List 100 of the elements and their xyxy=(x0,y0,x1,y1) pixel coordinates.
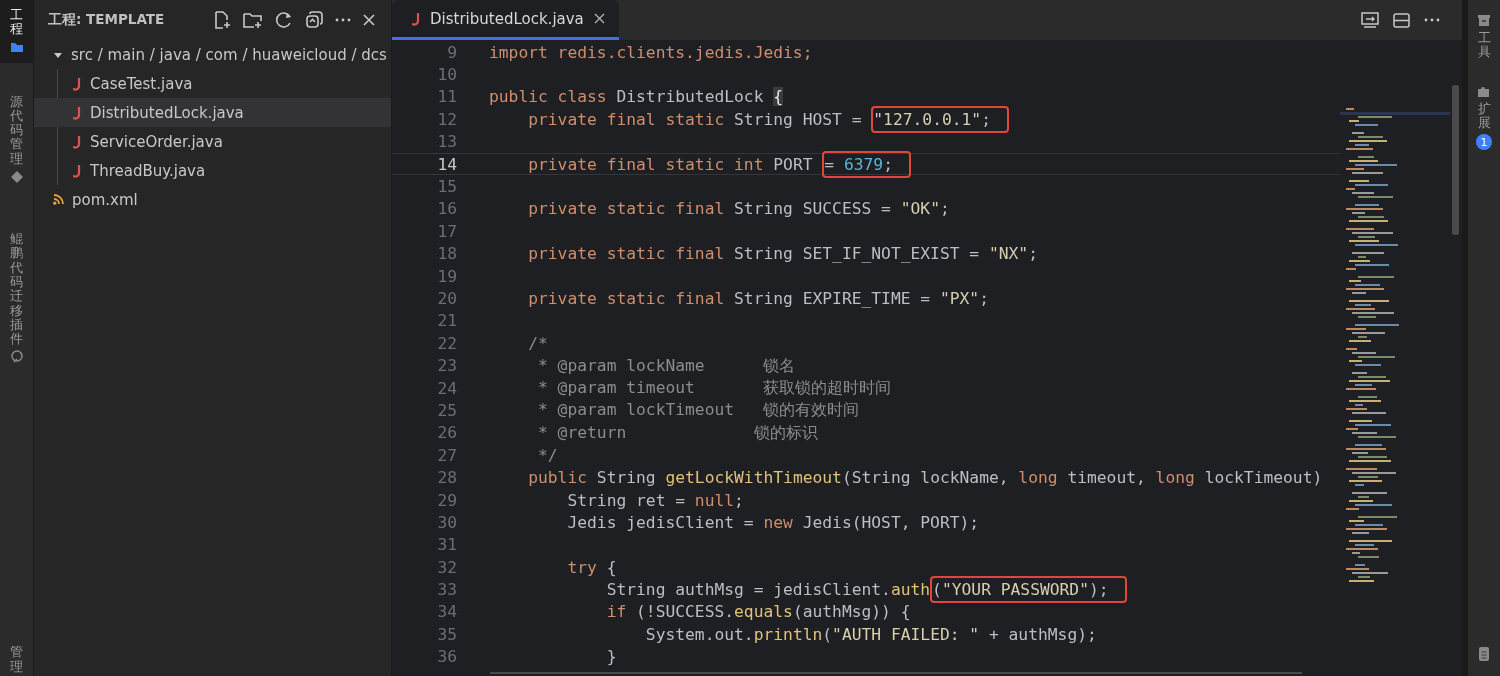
panel-title: 工程: TEMPLATE xyxy=(48,11,166,29)
folder-icon[interactable] xyxy=(9,40,24,53)
code-token: lockTimeout) xyxy=(1203,468,1323,488)
code-token: System.out. xyxy=(644,624,754,644)
code-token: String SET_IF_NOT_EXIST = xyxy=(733,244,981,264)
code-token: * @return 锁的标识 xyxy=(537,422,818,442)
close-icon[interactable] xyxy=(593,13,605,24)
code-token: (String lockName, xyxy=(841,468,1010,488)
code-token: String ret = xyxy=(566,490,687,510)
code-token: private static final xyxy=(527,289,725,308)
code-token: String xyxy=(595,468,657,488)
code-token: null xyxy=(694,490,735,510)
count-badge: 1 xyxy=(1476,134,1492,151)
refresh-icon[interactable] xyxy=(275,11,293,29)
code-token: long xyxy=(1155,468,1195,488)
line-number: 15 xyxy=(436,177,457,197)
code-token: ( xyxy=(822,624,833,644)
code-token: ; xyxy=(981,109,991,129)
code-token: public class xyxy=(489,87,607,107)
code-token: println xyxy=(753,624,823,644)
code-token: "OK" xyxy=(900,199,940,219)
new-file-icon[interactable] xyxy=(213,11,231,29)
code-token: "YOUR PASSWORD" xyxy=(941,580,1089,600)
line-number: 30 xyxy=(436,512,457,532)
clipboard-icon[interactable] xyxy=(1478,646,1490,662)
line-number: 13 xyxy=(436,132,457,152)
activity-tab[interactable]: 鲲鹏代码迁移插件 xyxy=(0,224,33,375)
side-panel-tab[interactable]: 工具 xyxy=(1477,14,1491,60)
code-token: new xyxy=(763,512,793,532)
code-token: if xyxy=(605,602,627,622)
split-editor-icon[interactable] xyxy=(1393,12,1410,28)
code-token: Jedis jedisClient = xyxy=(566,512,755,532)
editor-tab[interactable]: DistributedLock.java xyxy=(392,0,619,40)
code-token: DistributedLock xyxy=(615,87,765,107)
code-token: public xyxy=(527,468,588,488)
line-number: 25 xyxy=(436,400,457,420)
line-number: 17 xyxy=(436,221,457,241)
java-file-icon xyxy=(73,76,81,91)
code-token: ; xyxy=(734,490,744,510)
line-number: 20 xyxy=(436,289,457,308)
code-token: ( xyxy=(932,580,942,600)
code-token: 6379 xyxy=(843,154,884,174)
code-token: equals xyxy=(734,602,793,622)
tree-item[interactable]: ServiceOrder.java xyxy=(34,127,391,156)
diamond-icon[interactable] xyxy=(9,170,24,185)
line-number: 36 xyxy=(436,647,457,667)
code-token: + authMsg); xyxy=(987,624,1097,644)
rss-icon xyxy=(53,194,64,205)
scrollbar-thumb[interactable] xyxy=(1452,85,1459,235)
line-number: 23 xyxy=(436,356,457,376)
code-token: "127.0.0.1" xyxy=(873,109,982,129)
code-token: private static final xyxy=(527,244,725,264)
activity-tab[interactable]: 源代码管理 xyxy=(0,86,33,195)
new-folder-icon[interactable] xyxy=(243,11,263,29)
line-number: 27 xyxy=(436,445,457,465)
code-token: import redis.clients.jedis.Jedis; xyxy=(489,42,813,62)
line-number: 34 xyxy=(436,602,457,622)
code-token: getLockWithTimeout xyxy=(665,468,842,488)
line-number: 18 xyxy=(436,244,457,264)
code-token: "AUTH FAILED: " xyxy=(832,624,980,644)
code-token: timeout, xyxy=(1066,468,1147,488)
line-number: 31 xyxy=(436,535,457,555)
code-token: * @param timeout 获取锁的超时时间 xyxy=(537,378,892,398)
tree-item[interactable]: src / main / java / com / huaweicloud / dcs xyxy=(34,40,391,69)
tree-item[interactable]: DistributedLock.java xyxy=(34,98,391,127)
tree-item[interactable]: ThreadBuy.java xyxy=(34,156,391,185)
close-icon[interactable] xyxy=(363,14,375,26)
more-icon[interactable] xyxy=(1424,18,1440,22)
code-token: { xyxy=(605,557,617,577)
code-token: } xyxy=(605,647,617,667)
chat-icon[interactable] xyxy=(9,350,24,365)
line-number: 21 xyxy=(436,311,457,331)
collapse-all-icon[interactable] xyxy=(305,11,323,29)
line-number: 24 xyxy=(436,378,457,398)
preview-icon[interactable] xyxy=(1361,12,1379,28)
code-token: { xyxy=(773,87,784,107)
side-panel-tab[interactable]: 扩展 1 xyxy=(1476,83,1492,151)
code-token: ; xyxy=(883,154,893,174)
manage-label[interactable]: 管理 xyxy=(10,645,23,674)
toolbox-icon[interactable] xyxy=(1477,14,1491,27)
java-file-icon xyxy=(412,11,420,26)
line-number: 22 xyxy=(436,333,457,353)
code-token: private final static xyxy=(527,109,725,129)
line-number: 16 xyxy=(436,199,457,219)
line-number: 10 xyxy=(436,65,457,85)
line-number: 29 xyxy=(436,490,457,510)
code-token: long xyxy=(1018,468,1058,488)
tree-item[interactable]: CaseTest.java xyxy=(34,69,391,98)
code-token: = xyxy=(824,154,836,174)
java-file-icon xyxy=(73,163,81,178)
activity-tab[interactable]: 工程 xyxy=(0,0,33,63)
tree-item[interactable]: pom.xml xyxy=(34,185,391,214)
more-icon[interactable] xyxy=(335,18,351,22)
code-token: String EXPIRE_TIME = xyxy=(733,289,932,308)
code-token: ; xyxy=(979,289,989,308)
code-token: ; xyxy=(1028,244,1038,264)
line-number: 11 xyxy=(436,87,457,107)
code-token: String SUCCESS = xyxy=(733,199,892,219)
line-number: 12 xyxy=(436,109,457,129)
code-token: private static final xyxy=(527,199,725,219)
